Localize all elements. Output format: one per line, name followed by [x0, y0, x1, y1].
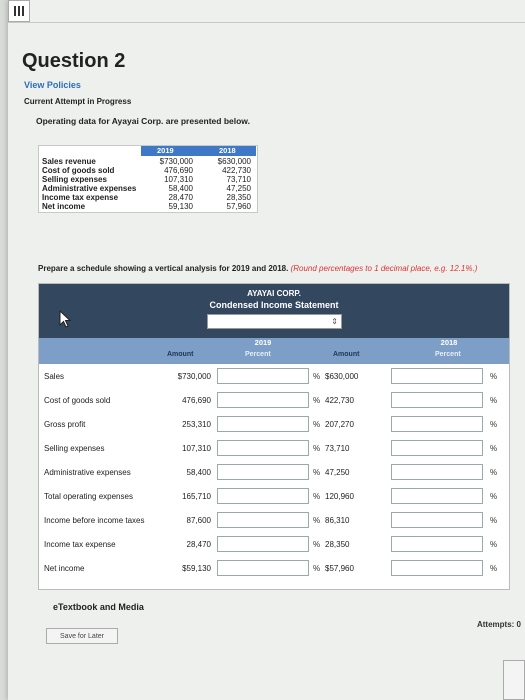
table-row: Cost of goods sold 476,690 % 422,730 % [39, 392, 509, 416]
percent-2019-input[interactable] [217, 464, 309, 480]
operating-data-table: 2019 2018 Sales revenue $730,000 $630,00… [38, 145, 258, 213]
income-statement-form: AYAYAI CORP. Condensed Income Statement … [38, 283, 510, 590]
percent-2019-input[interactable] [217, 416, 309, 432]
instruction-text: Prepare a schedule showing a vertical an… [38, 264, 478, 273]
period-dropdown[interactable]: ⇕ [207, 314, 342, 329]
col-amount-2019: Amount [167, 351, 194, 358]
table-row: Sales revenue $730,000 $630,000 [42, 157, 251, 166]
percent-2018-input[interactable] [391, 368, 483, 384]
etextbook-link[interactable]: eTextbook and Media [53, 602, 144, 612]
top-divider [8, 22, 525, 23]
table-row: Selling expenses 107,310 73,710 [42, 175, 251, 184]
question-title: Question 2 [22, 50, 126, 72]
statement-header: AYAYAI CORP. Condensed Income Statement … [39, 284, 509, 338]
percent-2018-input[interactable] [391, 392, 483, 408]
table-row: Cost of goods sold 476,690 422,730 [42, 166, 251, 175]
page: Question 2 View Policies Current Attempt… [8, 0, 525, 700]
year-2019-header: 2019 [157, 146, 174, 155]
percent-2019-input[interactable] [217, 512, 309, 528]
table-row: Sales $730,000 % $630,000 % [39, 368, 509, 392]
rounding-note: (Round percentages to 1 decimal place, e… [290, 264, 478, 273]
attempts-counter: Attempts: 0 [476, 620, 521, 629]
percent-2019-input[interactable] [217, 560, 309, 576]
table-row: Administrative expenses 58,400 % 47,250 … [39, 464, 509, 488]
table-row: Net income $59,130 % $57,960 % [39, 560, 509, 584]
table-row: Administrative expenses 58,400 47,250 [42, 184, 251, 193]
attempt-status: Current Attempt in Progress [24, 97, 132, 106]
col-percent-2019: Percent [245, 351, 271, 358]
percent-2018-input[interactable] [391, 440, 483, 456]
table-row: Gross profit 253,310 % 207,270 % [39, 416, 509, 440]
col-percent-2018: Percent [435, 351, 461, 358]
col-amount-2018: Amount [333, 351, 360, 358]
statement-title: Condensed Income Statement [209, 300, 339, 310]
mouse-cursor-icon [59, 310, 72, 328]
percent-2019-input[interactable] [217, 368, 309, 384]
percent-2019-input[interactable] [217, 392, 309, 408]
save-for-later-button[interactable]: Save for Later [46, 628, 118, 644]
operating-data-header: 2019 2018 [141, 146, 256, 156]
percent-2018-input[interactable] [391, 560, 483, 576]
amount-2018-band: Amount [311, 338, 389, 364]
side-panel-toggle[interactable] [503, 660, 525, 700]
table-row: Income tax expense 28,470 % 28,350 % [39, 536, 509, 560]
chevron-updown-icon: ⇕ [331, 317, 338, 326]
percent-2018-input[interactable] [391, 416, 483, 432]
company-name: AYAYAI CORP. [247, 289, 301, 298]
year-2018-band: 2018 Percent [389, 338, 509, 364]
menu-icon[interactable] [8, 0, 30, 22]
percent-2019-input[interactable] [217, 536, 309, 552]
percent-2018-input[interactable] [391, 512, 483, 528]
year-2019-band: 2019 Percent [215, 338, 311, 364]
table-row: Selling expenses 107,310 % 73,710 % [39, 440, 509, 464]
table-row: Income before income taxes 87,600 % 86,3… [39, 512, 509, 536]
percent-2018-input[interactable] [391, 488, 483, 504]
view-policies-link[interactable]: View Policies [24, 80, 81, 90]
percent-2018-input[interactable] [391, 536, 483, 552]
intro-text: Operating data for Ayayai Corp. are pres… [36, 116, 250, 126]
year-2018-header: 2018 [219, 146, 236, 155]
percent-2019-input[interactable] [217, 488, 309, 504]
table-row: Income tax expense 28,470 28,350 [42, 193, 251, 202]
table-row: Net income 59,130 57,960 [42, 202, 251, 211]
label-column-band: Amount [39, 338, 215, 364]
table-row: Total operating expenses 165,710 % 120,9… [39, 488, 509, 512]
percent-2019-input[interactable] [217, 440, 309, 456]
percent-2018-input[interactable] [391, 464, 483, 480]
